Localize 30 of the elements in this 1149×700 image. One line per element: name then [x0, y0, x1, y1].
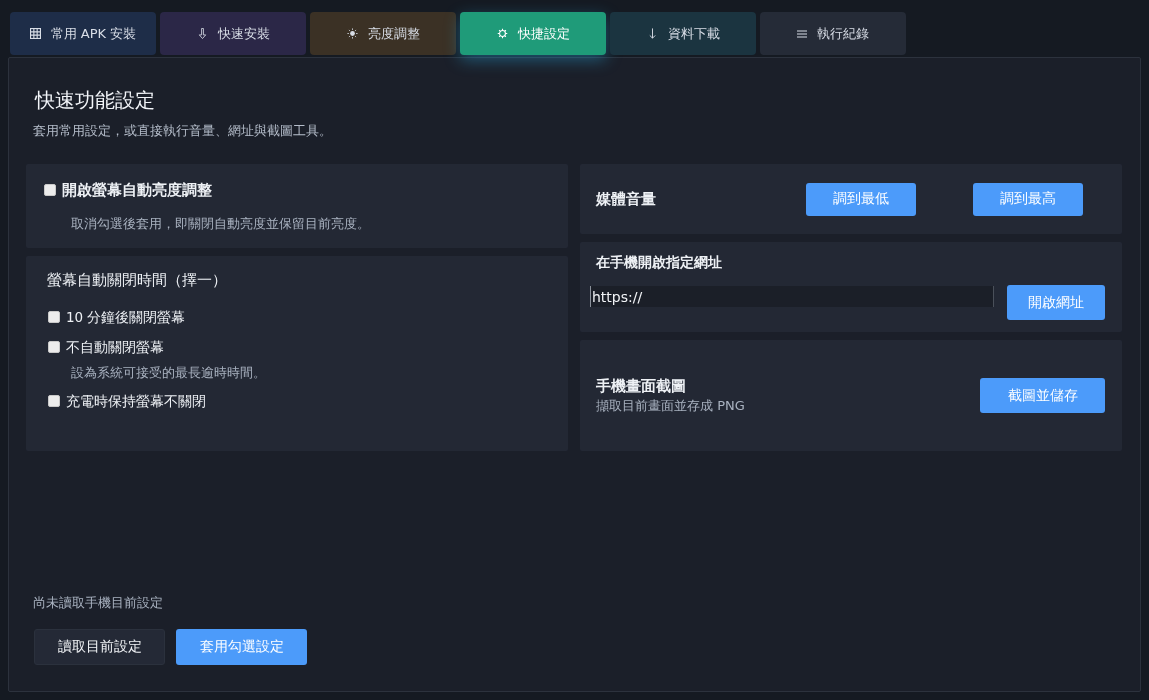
down-arrow-icon [196, 28, 208, 39]
tab[interactable]: 資料下載 [610, 12, 756, 55]
sun-icon [346, 28, 358, 39]
tab[interactable]: 常用 APK 安裝 [10, 12, 156, 55]
checkbox[interactable] [44, 184, 56, 196]
checkbox-label: 10 分鐘後關閉螢幕 [66, 308, 186, 327]
card-title: 螢幕自動關閉時間（擇一） [47, 270, 228, 290]
action-button[interactable]: 讀取目前設定 [34, 629, 165, 665]
tab[interactable]: 執行紀錄 [760, 12, 906, 55]
checkbox[interactable] [48, 311, 60, 323]
card-description: 擷取目前畫面並存成 PNG [596, 397, 745, 415]
checkbox[interactable] [48, 341, 60, 353]
checkbox[interactable] [48, 395, 60, 407]
checkbox-label: 不自動關閉螢幕 [66, 338, 164, 357]
list-icon [797, 29, 807, 38]
gear-icon [496, 28, 508, 39]
status-text: 尚未讀取手機目前設定 [33, 594, 163, 612]
hint-text: 取消勾選後套用，即關閉自動亮度並保留目前亮度。 [71, 215, 371, 233]
tab[interactable]: 亮度調整 [310, 12, 456, 55]
card-title: 在手機開啟指定網址 [596, 253, 723, 271]
grid-icon [29, 28, 41, 39]
url-input[interactable]: https:// [590, 286, 994, 307]
card-title: 手機畫面截圖 [596, 376, 686, 396]
hint-text: 設為系統可接受的最長逾時時間。 [71, 364, 267, 382]
tab[interactable]: 快速安裝 [160, 12, 306, 55]
checkbox-label: 開啟螢幕自動亮度調整 [62, 181, 212, 200]
panel-title: 快速功能設定 [35, 87, 155, 114]
checkbox-label: 充電時保持螢幕不關閉 [66, 392, 206, 411]
volume-label: 媒體音量 [596, 189, 657, 209]
panel-subtitle: 套用常用設定，或直接執行音量、網址與截圖工具。 [33, 122, 332, 140]
